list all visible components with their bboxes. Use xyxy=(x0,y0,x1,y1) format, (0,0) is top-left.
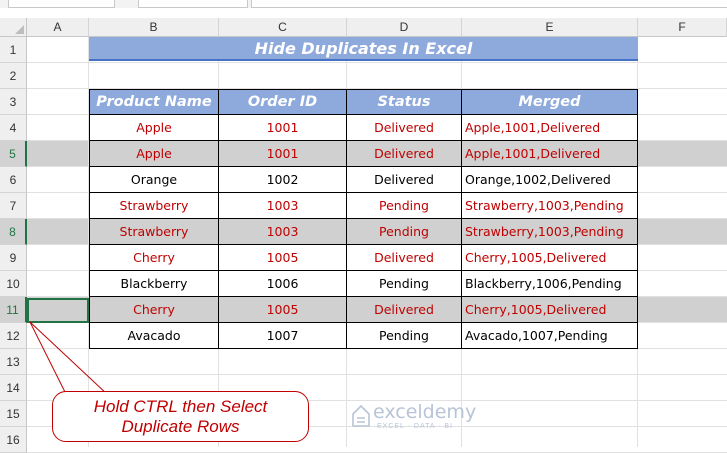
callout-line-1: Hold CTRL then Select xyxy=(93,396,268,416)
instruction-callout: Hold CTRL then Select Duplicate Rows xyxy=(52,391,309,442)
callout-pointer-lines xyxy=(29,321,109,399)
logo-wordmark: exceldemy xyxy=(373,401,477,423)
callout-line-2: Duplicate Rows xyxy=(121,416,240,436)
logo-tagline: EXCEL · DATA · BI xyxy=(377,423,453,430)
exceldemy-logo: exceldemy EXCEL · DATA · BI xyxy=(349,400,476,434)
